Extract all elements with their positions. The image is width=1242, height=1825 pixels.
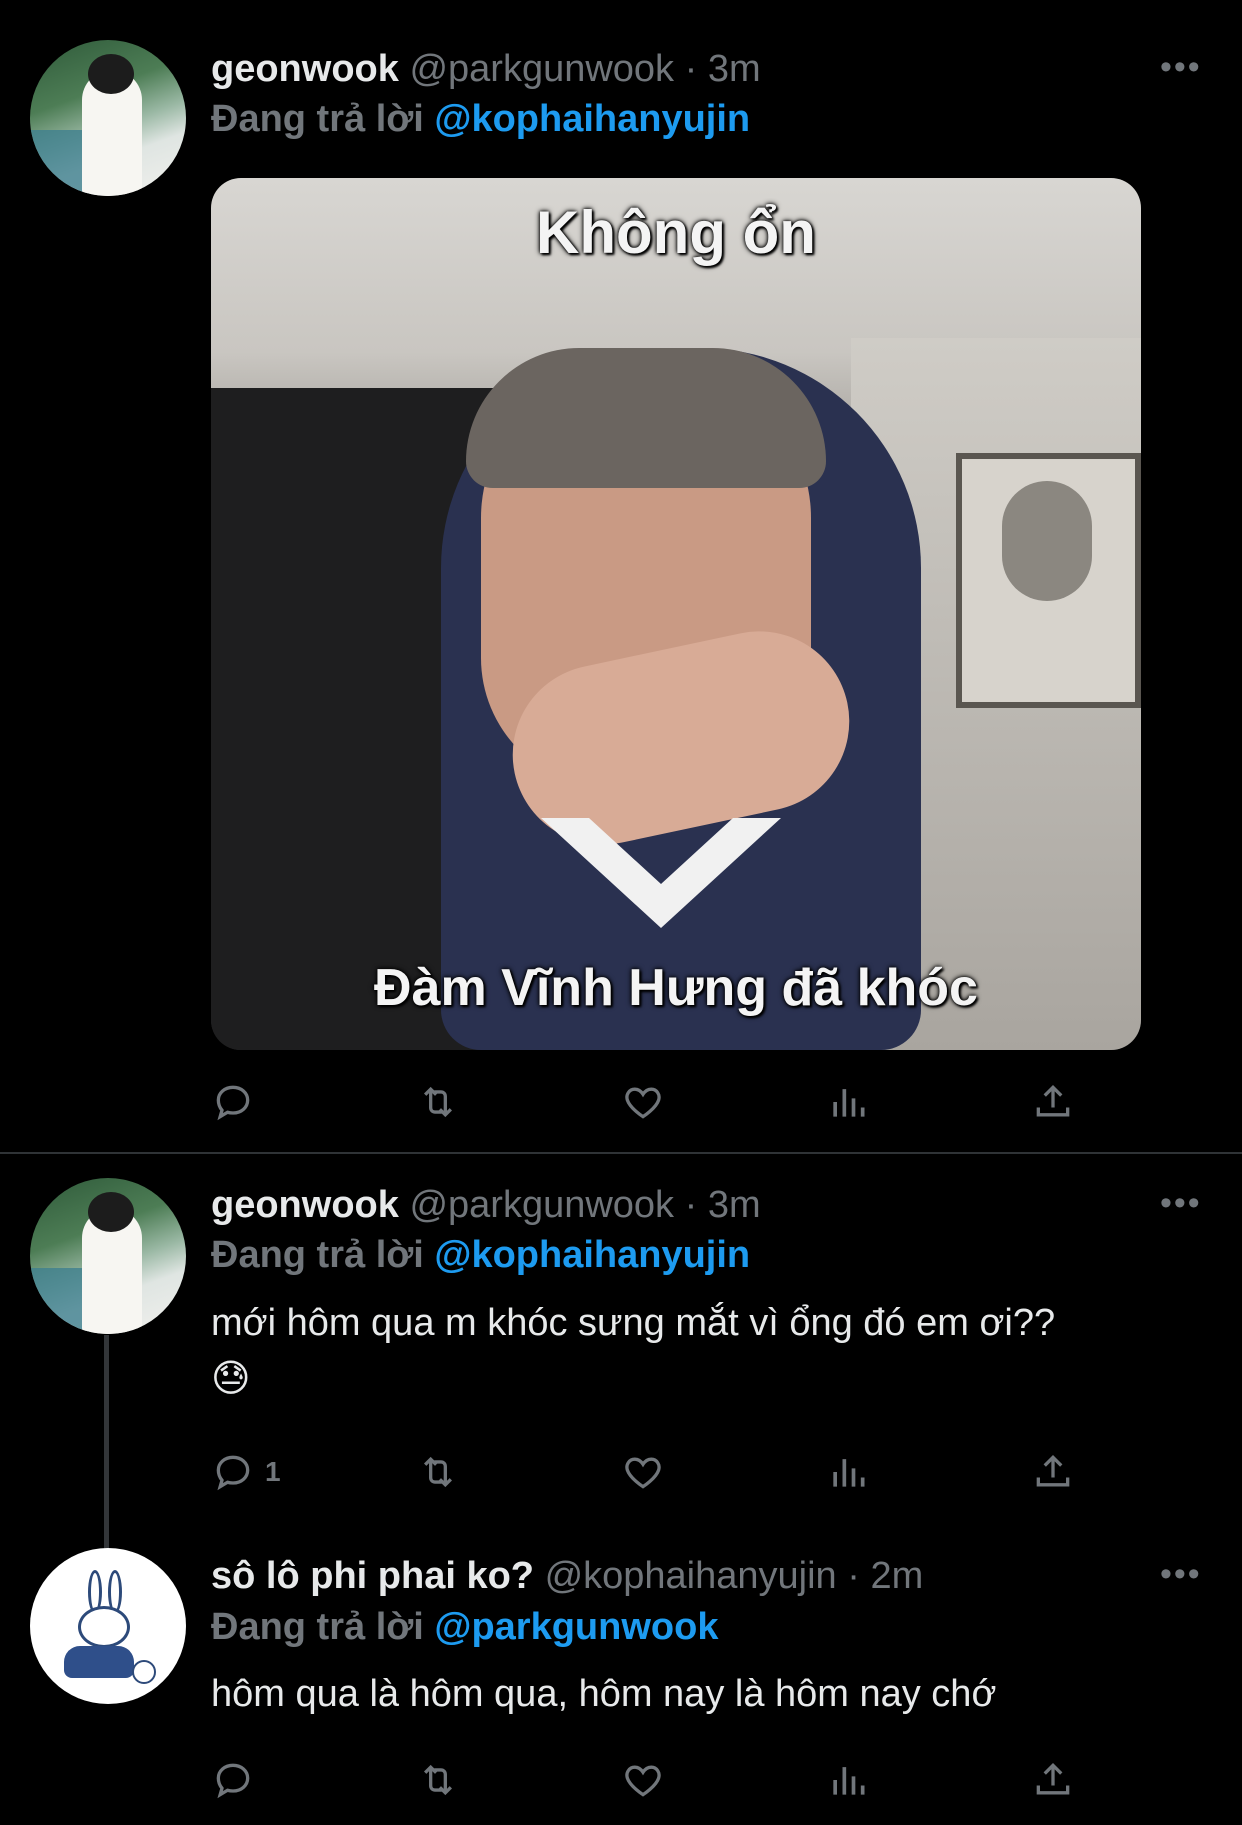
heart-icon — [625, 1765, 661, 1797]
reply-icon — [216, 1455, 250, 1491]
tweet-divider — [0, 1152, 1242, 1154]
reply-button[interactable] — [211, 1077, 255, 1127]
separator-dot: · — [684, 1184, 698, 1226]
reply-button[interactable]: 1 — [211, 1447, 281, 1497]
like-button[interactable] — [621, 1077, 665, 1127]
tweet-media-image[interactable]: Không ổn Đàm Vĩnh Hưng đã khóc — [211, 178, 1141, 1050]
replying-mention[interactable]: @kophaihanyujin — [434, 98, 750, 140]
heart-icon — [625, 1087, 661, 1119]
reply-icon — [216, 1085, 250, 1121]
avatar[interactable] — [30, 40, 186, 196]
display-name[interactable]: sô lô phi phai ko? — [211, 1555, 534, 1597]
separator-dot: · — [847, 1555, 860, 1597]
timestamp[interactable]: 3m — [708, 1184, 761, 1226]
share-button[interactable] — [1031, 1755, 1075, 1805]
more-options-icon[interactable]: ••• — [1160, 50, 1202, 84]
reply-count: 1 — [265, 1456, 281, 1487]
replying-to: Đang trả lời @kophaihanyujin — [211, 96, 750, 142]
timestamp[interactable]: 2m — [870, 1555, 923, 1597]
retweet-icon — [423, 1086, 453, 1118]
replying-to: Đang trả lời @parkgunwook — [211, 1604, 718, 1650]
more-options-icon[interactable]: ••• — [1160, 1557, 1202, 1591]
views-button[interactable] — [826, 1077, 870, 1127]
tweet-text-body: mới hôm qua m khóc sưng mắt vì ổng đó em… — [211, 1302, 1056, 1344]
tweet-actions — [211, 1077, 1111, 1127]
user-handle[interactable]: @parkgunwook — [409, 48, 674, 90]
retweet-button[interactable] — [416, 1077, 460, 1127]
meme-caption-top: Không ổn — [536, 199, 816, 266]
timestamp[interactable]: 3m — [708, 48, 761, 90]
user-handle[interactable]: @kophaihanyujin — [545, 1555, 837, 1597]
tweet-text: mới hôm qua m khóc sưng mắt vì ổng đó em… — [211, 1295, 1201, 1407]
tweet-header: geonwook @parkgunwook · 3m — [211, 1182, 761, 1228]
share-button[interactable] — [1031, 1447, 1075, 1497]
user-handle[interactable]: @parkgunwook — [409, 1184, 674, 1226]
replying-label: Đang trả lời — [211, 1606, 424, 1648]
share-icon — [1036, 1084, 1070, 1117]
like-button[interactable] — [621, 1447, 665, 1497]
emoji: 😓 — [211, 1358, 251, 1400]
analytics-icon — [833, 1459, 865, 1487]
retweet-button[interactable] — [416, 1447, 460, 1497]
replying-mention[interactable]: @kophaihanyujin — [434, 1234, 750, 1276]
share-icon — [1036, 1762, 1070, 1795]
share-button[interactable] — [1031, 1077, 1075, 1127]
retweet-icon — [423, 1456, 453, 1488]
avatar[interactable] — [30, 1548, 186, 1704]
reply-button[interactable] — [211, 1755, 255, 1805]
replying-label: Đang trả lời — [211, 1234, 424, 1276]
replying-to: Đang trả lời @kophaihanyujin — [211, 1232, 750, 1278]
more-options-icon[interactable]: ••• — [1160, 1186, 1202, 1220]
reply-icon — [216, 1763, 250, 1799]
replying-mention[interactable]: @parkgunwook — [434, 1606, 718, 1648]
display-name[interactable]: geonwook — [211, 1184, 399, 1226]
replying-label: Đang trả lời — [211, 98, 424, 140]
separator-dot: · — [684, 48, 698, 90]
retweet-icon — [423, 1764, 453, 1796]
share-icon — [1036, 1454, 1070, 1487]
tweet-text-body: hôm qua là hôm qua, hôm nay là hôm nay c… — [211, 1673, 997, 1715]
avatar[interactable] — [30, 1178, 186, 1334]
tweet-actions: 1 — [211, 1447, 1111, 1497]
analytics-icon — [833, 1089, 865, 1117]
views-button[interactable] — [826, 1447, 870, 1497]
views-button[interactable] — [826, 1755, 870, 1805]
display-name[interactable]: geonwook — [211, 48, 399, 90]
tweet-header: geonwook @parkgunwook · 3m — [211, 46, 761, 92]
heart-icon — [625, 1457, 661, 1489]
retweet-button[interactable] — [416, 1755, 460, 1805]
thread-connector-line — [104, 1335, 109, 1550]
meme-caption-bottom: Đàm Vĩnh Hưng đã khóc — [374, 959, 978, 1017]
tweet-actions — [211, 1755, 1111, 1805]
tweet-text: hôm qua là hôm qua, hôm nay là hôm nay c… — [211, 1666, 1201, 1722]
analytics-icon — [833, 1767, 865, 1795]
like-button[interactable] — [621, 1755, 665, 1805]
tweet-header: sô lô phi phai ko? @kophaihanyujin · 2m — [211, 1553, 923, 1599]
